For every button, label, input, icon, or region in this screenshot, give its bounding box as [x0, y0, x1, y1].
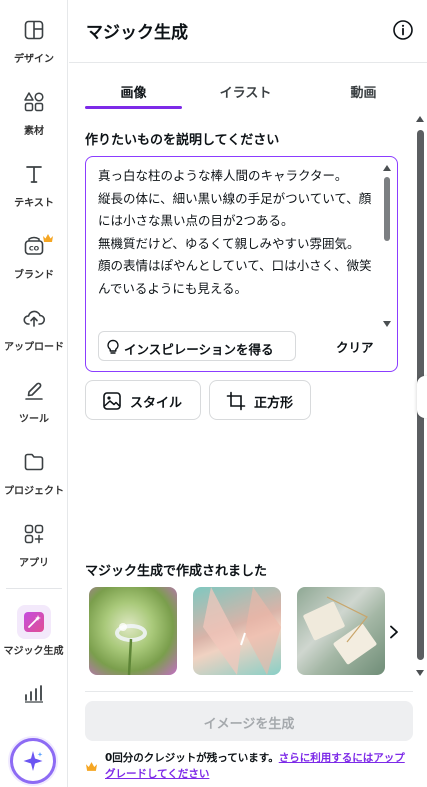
magic-assistant-button[interactable]: [10, 738, 56, 784]
chevron-right-icon[interactable]: [389, 624, 399, 643]
magic-media-panel: マジック生成 画像 イラスト 動画 作りたいものを説明してください 真っ白な柱の…: [69, 0, 427, 787]
prompt-textarea[interactable]: 真っ白な柱のような棒人間のキャラクター。 縦長の体に、細い黒い線の手足がついてい…: [85, 156, 398, 372]
rail-item-elements[interactable]: 素材: [0, 90, 68, 152]
style-button[interactable]: スタイル: [85, 380, 201, 420]
lightbulb-icon: [107, 339, 119, 354]
rail-item-text[interactable]: テキスト: [0, 162, 68, 224]
scroll-up-arrow[interactable]: [416, 116, 424, 122]
rail-label: アップロード: [4, 342, 64, 353]
collapse-panel-handle[interactable]: [417, 376, 427, 418]
active-tab-indicator: [85, 106, 182, 109]
rail-label: プロジェクト: [4, 486, 64, 497]
crown-icon: [43, 227, 53, 242]
text-fade: [86, 309, 382, 331]
rail-item-magic-media-label: マジック生成: [3, 646, 64, 657]
left-rail: デザイン 素材 テキスト CO ブランド アップロード ツール プロジェクト ア…: [0, 0, 68, 787]
scroll-down-arrow[interactable]: [383, 321, 391, 327]
inspiration-button[interactable]: インスピレーションを得る: [98, 331, 296, 361]
example-image-ring-flower[interactable]: [89, 587, 177, 675]
charts-icon[interactable]: [22, 682, 46, 708]
rail-item-brand[interactable]: CO ブランド: [0, 234, 68, 296]
header-divider: [69, 62, 427, 63]
aspect-ratio-label: 正方形: [254, 396, 294, 411]
text-icon: [22, 162, 46, 186]
svg-text:CO: CO: [29, 245, 40, 253]
prompt-text[interactable]: 真っ白な柱のような棒人間のキャラクター。 縦長の体に、細い黒い線の手足がついてい…: [98, 165, 376, 329]
inspiration-label: インスピレーションを得る: [124, 342, 274, 357]
credit-notice: 0回分のクレジットが残っています。さらに利用するにはアップグレードしてください: [105, 750, 415, 782]
info-icon[interactable]: [392, 19, 414, 41]
rail-label: デザイン: [14, 54, 54, 65]
rail-label: アプリ: [19, 558, 49, 569]
rail-item-tools[interactable]: ツール: [0, 378, 68, 440]
rail-item-uploads[interactable]: アップロード: [0, 306, 68, 368]
rail-label: 素材: [24, 126, 44, 137]
elements-icon: [22, 90, 46, 114]
footer-divider: [85, 691, 413, 692]
rail-divider: [6, 588, 62, 589]
rail-item-apps[interactable]: アプリ: [0, 522, 68, 584]
layout-icon: [22, 18, 46, 42]
prompt-scrollbar[interactable]: [383, 165, 391, 327]
tab-video[interactable]: 動画: [315, 82, 412, 101]
rail-label: ツール: [19, 414, 49, 425]
sparkle-icon: [23, 751, 43, 771]
draw-tool-icon: [22, 378, 46, 402]
credit-text: 0回分のクレジットが残っています。: [105, 752, 279, 764]
generate-label: イメージを生成: [203, 717, 295, 732]
style-label: スタイル: [130, 396, 183, 411]
clear-button[interactable]: クリア: [336, 337, 374, 356]
apps-icon: [22, 522, 46, 546]
example-image-marble-cards[interactable]: [297, 587, 385, 675]
prompt-label: 作りたいものを説明してください: [85, 133, 280, 148]
crown-icon: [86, 756, 97, 775]
scroll-thumb[interactable]: [384, 177, 390, 241]
rail-label: テキスト: [14, 198, 54, 209]
example-image-glass-shapes[interactable]: [193, 587, 281, 675]
rail-item-design[interactable]: デザイン: [0, 18, 68, 80]
gallery-heading: マジック生成で作成されました: [85, 564, 268, 579]
upload-cloud-icon: [22, 306, 46, 330]
generate-image-button[interactable]: イメージを生成: [85, 701, 413, 741]
scroll-up-arrow[interactable]: [383, 165, 391, 171]
magic-media-icon[interactable]: [17, 605, 51, 639]
tab-image[interactable]: 画像: [85, 82, 182, 101]
rail-label: ブランド: [14, 270, 54, 281]
rail-item-projects[interactable]: プロジェクト: [0, 450, 68, 512]
aspect-ratio-button[interactable]: 正方形: [209, 380, 311, 420]
tab-illustration[interactable]: イラスト: [197, 82, 294, 101]
panel-title: マジック生成: [86, 23, 188, 43]
scroll-down-arrow[interactable]: [416, 670, 424, 676]
folder-icon: [22, 450, 46, 474]
crop-icon: [226, 391, 246, 411]
image-icon: [103, 392, 121, 410]
